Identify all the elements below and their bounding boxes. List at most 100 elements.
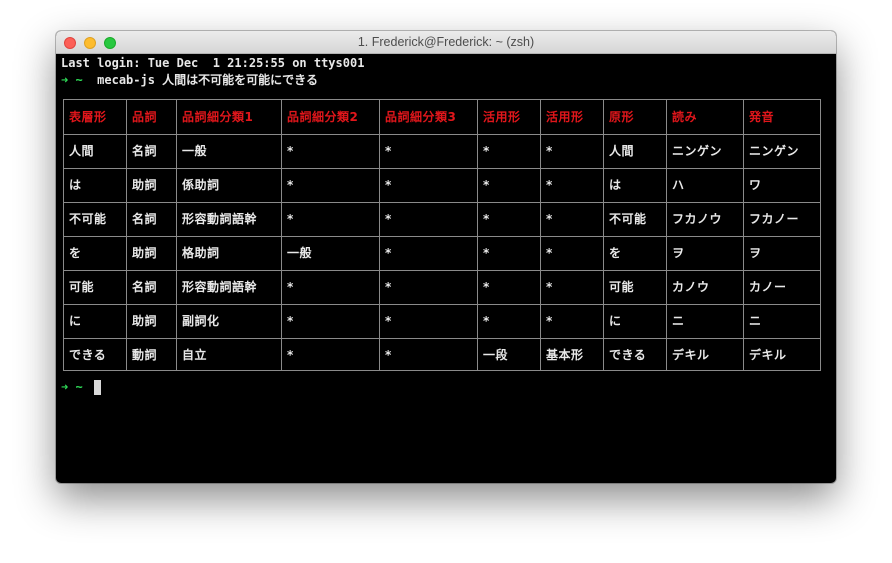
text-cursor — [93, 380, 101, 395]
table-cell: 不可能 — [69, 212, 107, 226]
table-cell: * — [385, 144, 392, 158]
column-divider — [603, 100, 604, 370]
column-divider — [63, 100, 64, 370]
column-header: 品詞 — [132, 110, 158, 124]
table-cell: 名詞 — [132, 144, 158, 158]
table-cell: 不可能 — [609, 212, 647, 226]
table-cell: 形容動詞語幹 — [182, 212, 258, 226]
table-cell: * — [385, 212, 392, 226]
table-cell: 動詞 — [132, 348, 158, 362]
table-cell: デキル — [749, 348, 787, 362]
table-cell: 助詞 — [132, 178, 158, 192]
last-login-line: Last login: Tue Dec 1 21:25:55 on ttys00… — [61, 56, 365, 70]
terminal-content[interactable]: Last login: Tue Dec 1 21:25:55 on ttys00… — [56, 54, 836, 483]
table-cell: * — [546, 246, 553, 260]
prompt-arrow-icon: ➜ — [61, 380, 69, 394]
table-cell: ニンゲン — [749, 144, 800, 158]
column-divider — [477, 100, 478, 370]
table-cell: ニ — [672, 314, 685, 328]
table-cell: を — [69, 246, 82, 260]
morphology-table: 表層形 品詞 品詞細分類1 品詞細分類2 品詞細分類3 活用形 活用形 原形 読み 発音 人間 名詞一… — [63, 99, 821, 371]
table-cell: 人間 — [69, 144, 95, 158]
prompt-directory: ~ — [75, 73, 83, 87]
table-cell: 名詞 — [132, 212, 158, 226]
table-cell: できる — [69, 348, 107, 362]
column-header: 表層形 — [69, 110, 107, 124]
table-cell: * — [546, 178, 553, 192]
column-divider — [176, 100, 177, 370]
table-cell: 自立 — [182, 348, 208, 362]
table-cell: * — [483, 314, 490, 328]
table-cell: デキル — [672, 348, 710, 362]
prompt-arrow-icon: ➜ — [61, 73, 69, 87]
terminal-window: 1. Frederick@Frederick: ~ (zsh) Last log… — [56, 31, 836, 483]
table-cell: を — [609, 246, 622, 260]
table-cell: * — [546, 314, 553, 328]
table-cell: * — [483, 280, 490, 294]
table-cell: 名詞 — [132, 280, 158, 294]
table-cell: * — [385, 246, 392, 260]
active-prompt-line[interactable]: ➜ ~ — [61, 379, 101, 395]
table-cell: 基本形 — [546, 348, 584, 362]
column-divider — [666, 100, 667, 370]
table-cell: に — [609, 314, 622, 328]
table-cell: * — [287, 178, 294, 192]
table-cell: * — [483, 178, 490, 192]
prompt-directory: ~ — [75, 380, 83, 394]
column-divider — [540, 100, 541, 370]
column-header: 活用形 — [546, 110, 584, 124]
table-cell: 一段 — [483, 348, 509, 362]
table-cell: ワ — [749, 178, 762, 192]
table-cell: カノウ — [672, 280, 710, 294]
window-title: 1. Frederick@Frederick: ~ (zsh) — [357, 35, 535, 49]
command-text: mecab-js 人間は不可能を可能にできる — [97, 73, 318, 87]
column-divider — [820, 100, 821, 370]
table-cell: ヲ — [672, 246, 685, 260]
column-header: 活用形 — [483, 110, 521, 124]
column-header: 品詞細分類3 — [385, 110, 457, 124]
title-bar[interactable]: 1. Frederick@Frederick: ~ (zsh) — [56, 31, 836, 54]
table-cell: は — [609, 178, 622, 192]
table-cell: 助詞 — [132, 314, 158, 328]
table-cell: 助詞 — [132, 246, 158, 260]
column-header: 読み — [672, 110, 698, 124]
table-cell: 形容動詞語幹 — [182, 280, 258, 294]
table-cell: * — [483, 246, 490, 260]
table-cell: * — [385, 348, 392, 362]
table-cell: * — [546, 144, 553, 158]
table-cell: ヲ — [749, 246, 762, 260]
column-divider — [743, 100, 744, 370]
table-cell: ニ — [749, 314, 762, 328]
table-cell: * — [483, 144, 490, 158]
table-cell: 格助詞 — [182, 246, 220, 260]
table-cell: できる — [609, 348, 647, 362]
table-cell: * — [385, 314, 392, 328]
table-cell: に — [69, 314, 82, 328]
table-cell: * — [287, 348, 294, 362]
column-divider — [281, 100, 282, 370]
table-cell: フカノー — [749, 212, 800, 226]
command-line: ➜ ~ mecab-js 人間は不可能を可能にできる — [61, 72, 318, 88]
table-cell: 可能 — [69, 280, 95, 294]
table-cell: * — [287, 314, 294, 328]
table-cell: * — [546, 280, 553, 294]
table-cell: 副詞化 — [182, 314, 220, 328]
table-cell: 一般 — [182, 144, 208, 158]
table-cell: 人間 — [609, 144, 635, 158]
column-header: 発音 — [749, 110, 775, 124]
table-cell: * — [287, 212, 294, 226]
table-cell: * — [546, 212, 553, 226]
table-cell: 可能 — [609, 280, 635, 294]
table-cell: 係助詞 — [182, 178, 220, 192]
column-divider — [379, 100, 380, 370]
table-cell: * — [385, 178, 392, 192]
table-cell: * — [385, 280, 392, 294]
table-cell: * — [287, 144, 294, 158]
table-cell: 一般 — [287, 246, 313, 260]
table-cell: * — [483, 212, 490, 226]
table-cell: カノー — [749, 280, 787, 294]
table-cell: * — [287, 280, 294, 294]
table-cell: ニンゲン — [672, 144, 723, 158]
column-divider — [126, 100, 127, 370]
column-header: 品詞細分類2 — [287, 110, 359, 124]
